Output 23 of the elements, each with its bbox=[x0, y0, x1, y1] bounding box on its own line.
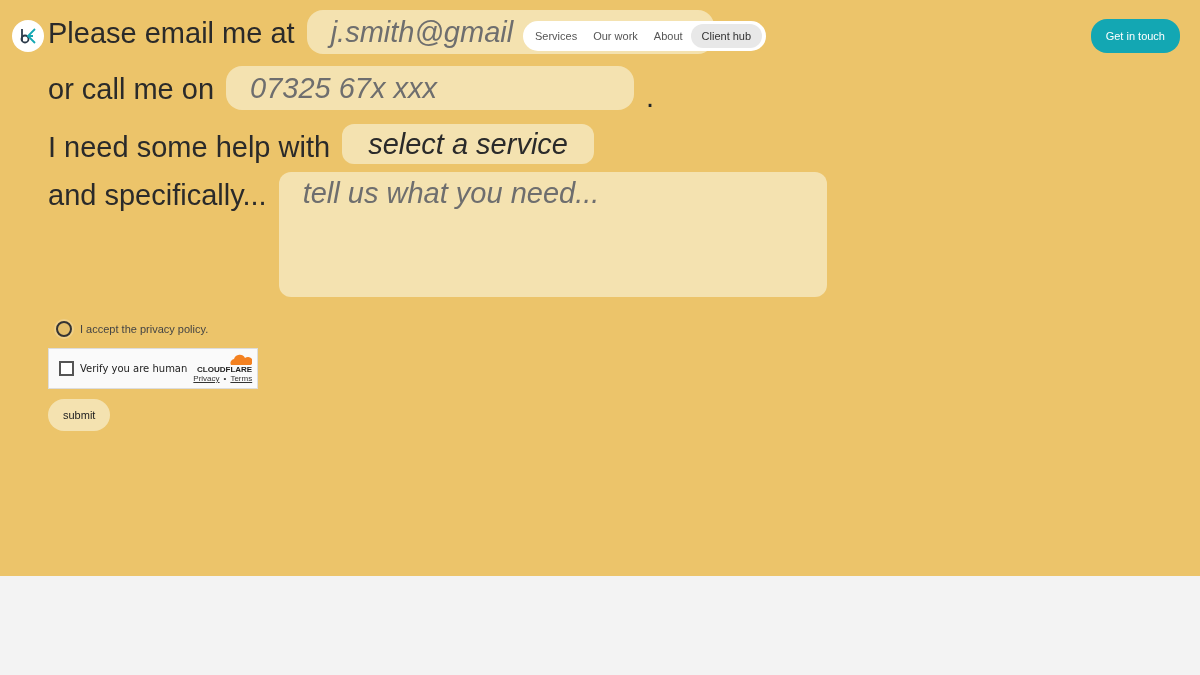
message-field[interactable]: tell us what you need... bbox=[278, 172, 827, 297]
logo-icon[interactable] bbox=[12, 20, 44, 52]
captcha-label: Verify you are human bbox=[80, 361, 188, 376]
form-label: I need some help with bbox=[48, 130, 331, 165]
captcha-link[interactable]: Privacy bbox=[193, 374, 220, 383]
form-label: Please email me at bbox=[48, 16, 295, 51]
cloud-icon bbox=[228, 353, 253, 365]
nav-link[interactable]: Client hub bbox=[690, 24, 763, 48]
form-label: and specifically... bbox=[48, 178, 267, 213]
privacy-label: I accept the privacy policy. bbox=[80, 322, 209, 337]
service-dropdown[interactable]: select a service bbox=[342, 124, 594, 164]
separator-text: • bbox=[223, 374, 227, 383]
nav-link[interactable]: About bbox=[645, 24, 691, 48]
period-text: . bbox=[646, 80, 655, 115]
nav-link[interactable]: Our work bbox=[585, 24, 646, 48]
brand-text: CLOUDFLARE bbox=[197, 365, 253, 374]
privacy-radio[interactable] bbox=[56, 321, 72, 338]
form-label: or call me on bbox=[48, 72, 214, 107]
captcha-link[interactable]: Terms bbox=[230, 374, 253, 383]
submit-button[interactable]: submit bbox=[48, 398, 111, 431]
input-field[interactable]: 07325 67x xxx bbox=[226, 66, 634, 110]
nav-link[interactable]: Services bbox=[527, 24, 586, 48]
captcha-checkbox[interactable] bbox=[59, 360, 74, 376]
